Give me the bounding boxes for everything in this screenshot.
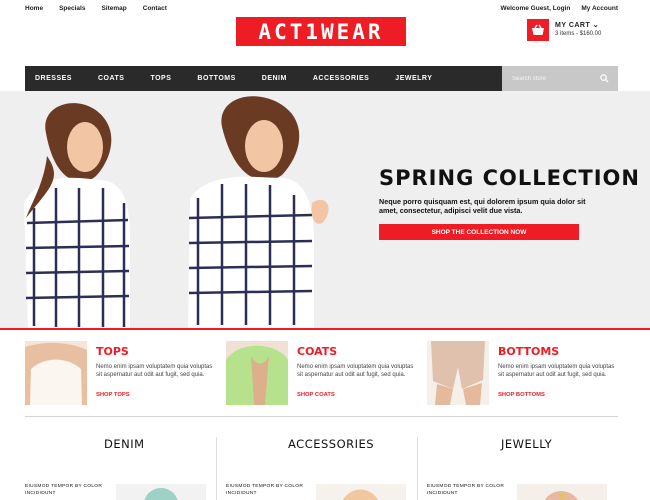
chevron-down-icon: ⌄: [592, 22, 600, 29]
tops-image: [25, 341, 87, 405]
account-links: Welcome Guest, Login My Account: [500, 5, 618, 12]
denim-promo-text: EIUSMOD TEMPOR BY COLOR INCIDIDUNT: [25, 484, 103, 496]
my-account-link[interactable]: My Account: [581, 5, 618, 12]
denim-section-title[interactable]: DENIM: [104, 437, 145, 451]
bottoms-image: [427, 341, 489, 405]
hero-description: Neque porro quisquam est, qui dolorem ip…: [379, 197, 586, 215]
specials-link[interactable]: Specials: [59, 5, 85, 12]
model-left-image: [24, 103, 131, 328]
tops-description: Nemo enim ipsam voluptatem quia voluptas…: [96, 364, 213, 378]
brand-logo[interactable]: ACT1WEAR: [236, 17, 406, 46]
denim-product-image[interactable]: [116, 484, 206, 500]
search-input[interactable]: [502, 66, 592, 91]
jewelry-promo-text: EIUSMOD TEMPOR BY COLOR INCIDIDUNT: [427, 484, 505, 496]
nav-item-coats[interactable]: COATS: [98, 75, 124, 82]
cart-title-text: MY CART: [555, 22, 591, 29]
model-right-image: [188, 96, 329, 328]
column-divider-right: [417, 437, 418, 500]
search-icon[interactable]: [600, 74, 609, 83]
jewelry-product-image[interactable]: [517, 484, 607, 500]
top-navigation: Home Specials Sitemap Contact: [25, 5, 167, 12]
bottoms-description: Nemo enim ipsam voluptatem quia voluptas…: [498, 364, 615, 378]
nav-item-dresses[interactable]: DRESSES: [35, 75, 72, 82]
shopping-cart[interactable]: MY CART ⌄ 3 items - $160.00: [527, 19, 623, 44]
column-divider-left: [216, 437, 217, 500]
hero-title: SPRING COLLECTION: [379, 166, 640, 190]
top-header: Home Specials Sitemap Contact Welcome Gu…: [0, 0, 650, 62]
login-link[interactable]: Welcome Guest, Login: [500, 5, 570, 12]
nav-item-jewelry[interactable]: JEWELRY: [395, 75, 432, 82]
sitemap-link[interactable]: Sitemap: [101, 5, 126, 12]
bottoms-title[interactable]: BOTTOMS: [498, 345, 559, 358]
accessories-product-image[interactable]: [316, 484, 406, 500]
coats-description: Nemo enim ipsam voluptatem quia voluptas…: [297, 364, 414, 378]
basket-icon[interactable]: [527, 19, 549, 41]
category-card-coats[interactable]: COATS Nemo enim ipsam voluptatem quia vo…: [226, 341, 416, 405]
nav-item-denim[interactable]: DENIM: [262, 75, 287, 82]
cart-summary: 3 items - $160.00: [555, 31, 602, 37]
coats-title[interactable]: COATS: [297, 345, 337, 358]
shop-collection-button[interactable]: SHOP THE COLLECTION NOW: [379, 224, 579, 240]
search-bar: [502, 66, 618, 91]
category-card-tops[interactable]: TOPS Nemo enim ipsam voluptatem quia vol…: [25, 341, 215, 405]
accessories-section-title[interactable]: ACCESSORIES: [288, 437, 374, 451]
nav-item-tops[interactable]: TOPS: [150, 75, 171, 82]
section-divider: [25, 416, 618, 417]
contact-link[interactable]: Contact: [143, 5, 167, 12]
tops-title[interactable]: TOPS: [96, 345, 129, 358]
jewelry-section-title[interactable]: JEWELLY: [501, 437, 552, 451]
home-link[interactable]: Home: [25, 5, 43, 12]
category-card-bottoms[interactable]: BOTTOMS Nemo enim ipsam voluptatem quia …: [427, 341, 617, 405]
main-navigation: DRESSES COATS TOPS BOTTOMS DENIM ACCESSO…: [25, 66, 618, 91]
basket-glyph: [532, 24, 544, 35]
shop-coats-link[interactable]: SHOP COATS: [297, 392, 335, 398]
hero-banner: SPRING COLLECTION Neque porro quisquam e…: [0, 91, 650, 330]
accessories-promo-text: EIUSMOD TEMPOR BY COLOR INCIDIDUNT: [226, 484, 304, 496]
shop-tops-link[interactable]: SHOP TOPS: [96, 392, 130, 398]
coats-image: [226, 341, 288, 405]
shop-bottoms-link[interactable]: SHOP BOTTOMS: [498, 392, 545, 398]
cart-title[interactable]: MY CART ⌄: [555, 21, 599, 29]
nav-item-accessories[interactable]: ACCESSORIES: [313, 75, 369, 82]
nav-item-bottoms[interactable]: BOTTOMS: [197, 75, 235, 82]
